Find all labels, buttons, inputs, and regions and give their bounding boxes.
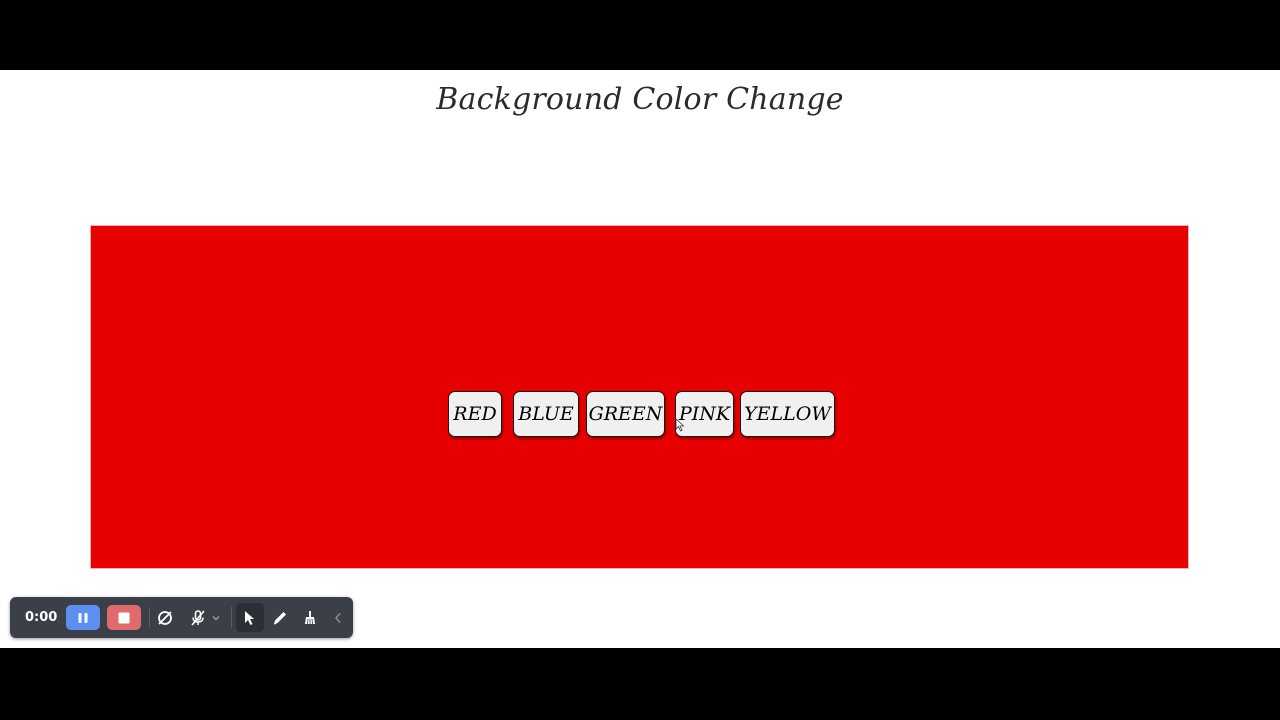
- letterbox-top: [0, 0, 1280, 70]
- microphone-options-button[interactable]: [210, 605, 222, 630]
- pointer-tool-button[interactable]: [236, 603, 264, 632]
- green-button[interactable]: GREEN: [586, 391, 665, 437]
- color-button-group: RED BLUE GREEN PINK YELLOW: [91, 226, 1188, 568]
- web-page: Background Color Change RED BLUE GREEN P…: [0, 70, 1280, 648]
- color-display-area: RED BLUE GREEN PINK YELLOW: [90, 225, 1189, 569]
- page-title: Background Color Change: [436, 82, 844, 117]
- chevron-left-icon: [335, 612, 341, 623]
- screen-recorder-toolbar: 0:00: [10, 597, 353, 638]
- letterbox-bottom: [0, 648, 1280, 720]
- pause-icon: [78, 612, 88, 623]
- mouse-cursor-icon: [675, 418, 685, 432]
- pen-tool-button[interactable]: [268, 605, 292, 630]
- blue-button[interactable]: BLUE: [513, 391, 579, 437]
- recording-timer: 0:00: [25, 610, 58, 625]
- broom-icon: [305, 610, 315, 624]
- red-button[interactable]: RED: [448, 391, 502, 437]
- toolbar-divider: [149, 607, 150, 628]
- microphone-toggle-button[interactable]: [186, 605, 210, 630]
- yellow-button[interactable]: YELLOW: [740, 391, 835, 437]
- chevron-down-icon: [212, 615, 220, 620]
- pause-button[interactable]: [66, 605, 100, 630]
- clear-annotations-button[interactable]: [298, 605, 322, 630]
- stop-icon: [118, 612, 130, 623]
- pointer-icon: [245, 611, 254, 625]
- mic-off-icon: [191, 609, 205, 626]
- stop-button[interactable]: [107, 605, 141, 630]
- toolbar-divider: [231, 607, 232, 628]
- camera-off-icon: [158, 610, 172, 625]
- pen-icon: [273, 611, 286, 624]
- collapse-toolbar-button[interactable]: [328, 605, 348, 630]
- camera-toggle-button[interactable]: [153, 605, 177, 630]
